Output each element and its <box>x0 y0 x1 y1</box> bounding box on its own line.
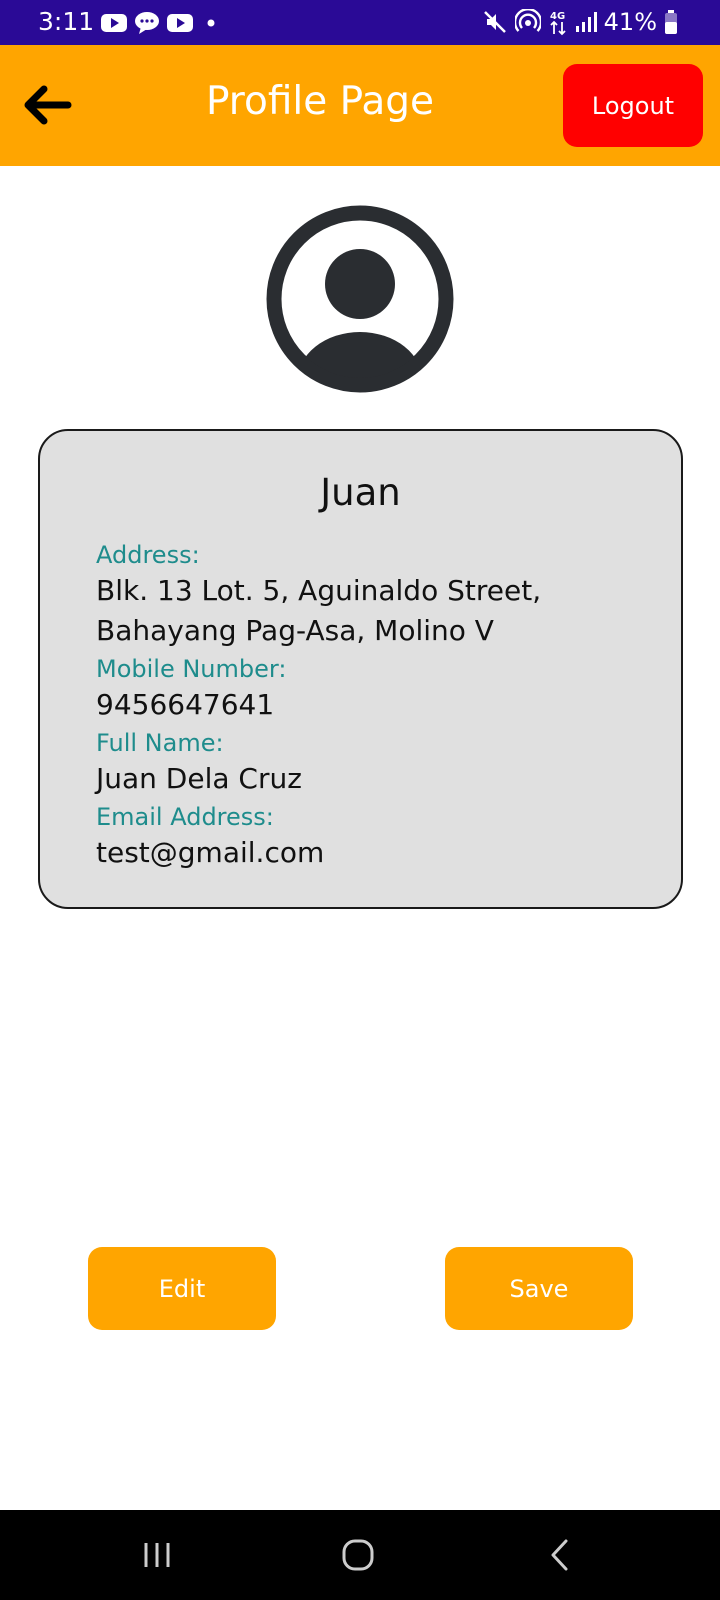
app-header: Profile Page Logout <box>0 45 720 166</box>
arrow-left-icon <box>24 85 72 125</box>
signal-icon <box>575 12 597 32</box>
chat-icon <box>135 12 159 34</box>
network-4g-icon: 4G <box>550 11 566 36</box>
status-time: 3:11 <box>38 7 95 36</box>
avatar <box>265 204 455 394</box>
back-button[interactable] <box>20 81 74 129</box>
recents-button[interactable] <box>127 1535 187 1575</box>
recents-icon <box>144 1543 170 1567</box>
address-line2: Bahayang Pag-Asa, Molino V <box>96 614 494 647</box>
email-label: Email Address: <box>96 803 274 831</box>
address-line1: Blk. 13 Lot. 5, Aguinaldo Street, <box>96 574 542 607</box>
mobile-label: Mobile Number: <box>96 655 287 683</box>
mobile-value: 9456647641 <box>96 688 275 721</box>
edit-button[interactable]: Edit <box>88 1247 276 1330</box>
dot-icon <box>207 19 215 27</box>
save-button[interactable]: Save <box>445 1247 633 1330</box>
system-icons: 4G 41% <box>482 6 678 38</box>
email-value: test@gmail.com <box>96 836 325 869</box>
page-title: Profile Page <box>205 79 435 124</box>
nav-bar <box>0 1510 720 1600</box>
back-icon <box>551 1539 568 1571</box>
user-avatar-icon <box>266 205 454 393</box>
mute-icon <box>483 11 506 33</box>
address-label: Address: <box>96 541 200 569</box>
fullname-value: Juan Dela Cruz <box>96 762 302 795</box>
status-bar: 3:11 4G 41% <box>0 0 720 45</box>
battery-icon <box>665 10 677 34</box>
hotspot-icon <box>514 9 541 32</box>
profile-card: Juan Address: Blk. 13 Lot. 5, Aguinaldo … <box>38 429 683 909</box>
logout-button[interactable]: Logout <box>563 64 703 147</box>
svg-text:4G: 4G <box>550 11 565 22</box>
profile-name: Juan <box>320 471 401 514</box>
battery-percent: 41% <box>603 8 657 36</box>
nav-back-button[interactable] <box>530 1535 590 1575</box>
fullname-label: Full Name: <box>96 729 224 757</box>
home-icon <box>342 1539 374 1571</box>
youtube-icon <box>101 14 127 32</box>
youtube-icon <box>167 14 193 32</box>
home-button[interactable] <box>328 1535 388 1575</box>
notification-icons <box>100 11 222 35</box>
profile-info: Address: Blk. 13 Lot. 5, Aguinaldo Stree… <box>96 539 656 875</box>
